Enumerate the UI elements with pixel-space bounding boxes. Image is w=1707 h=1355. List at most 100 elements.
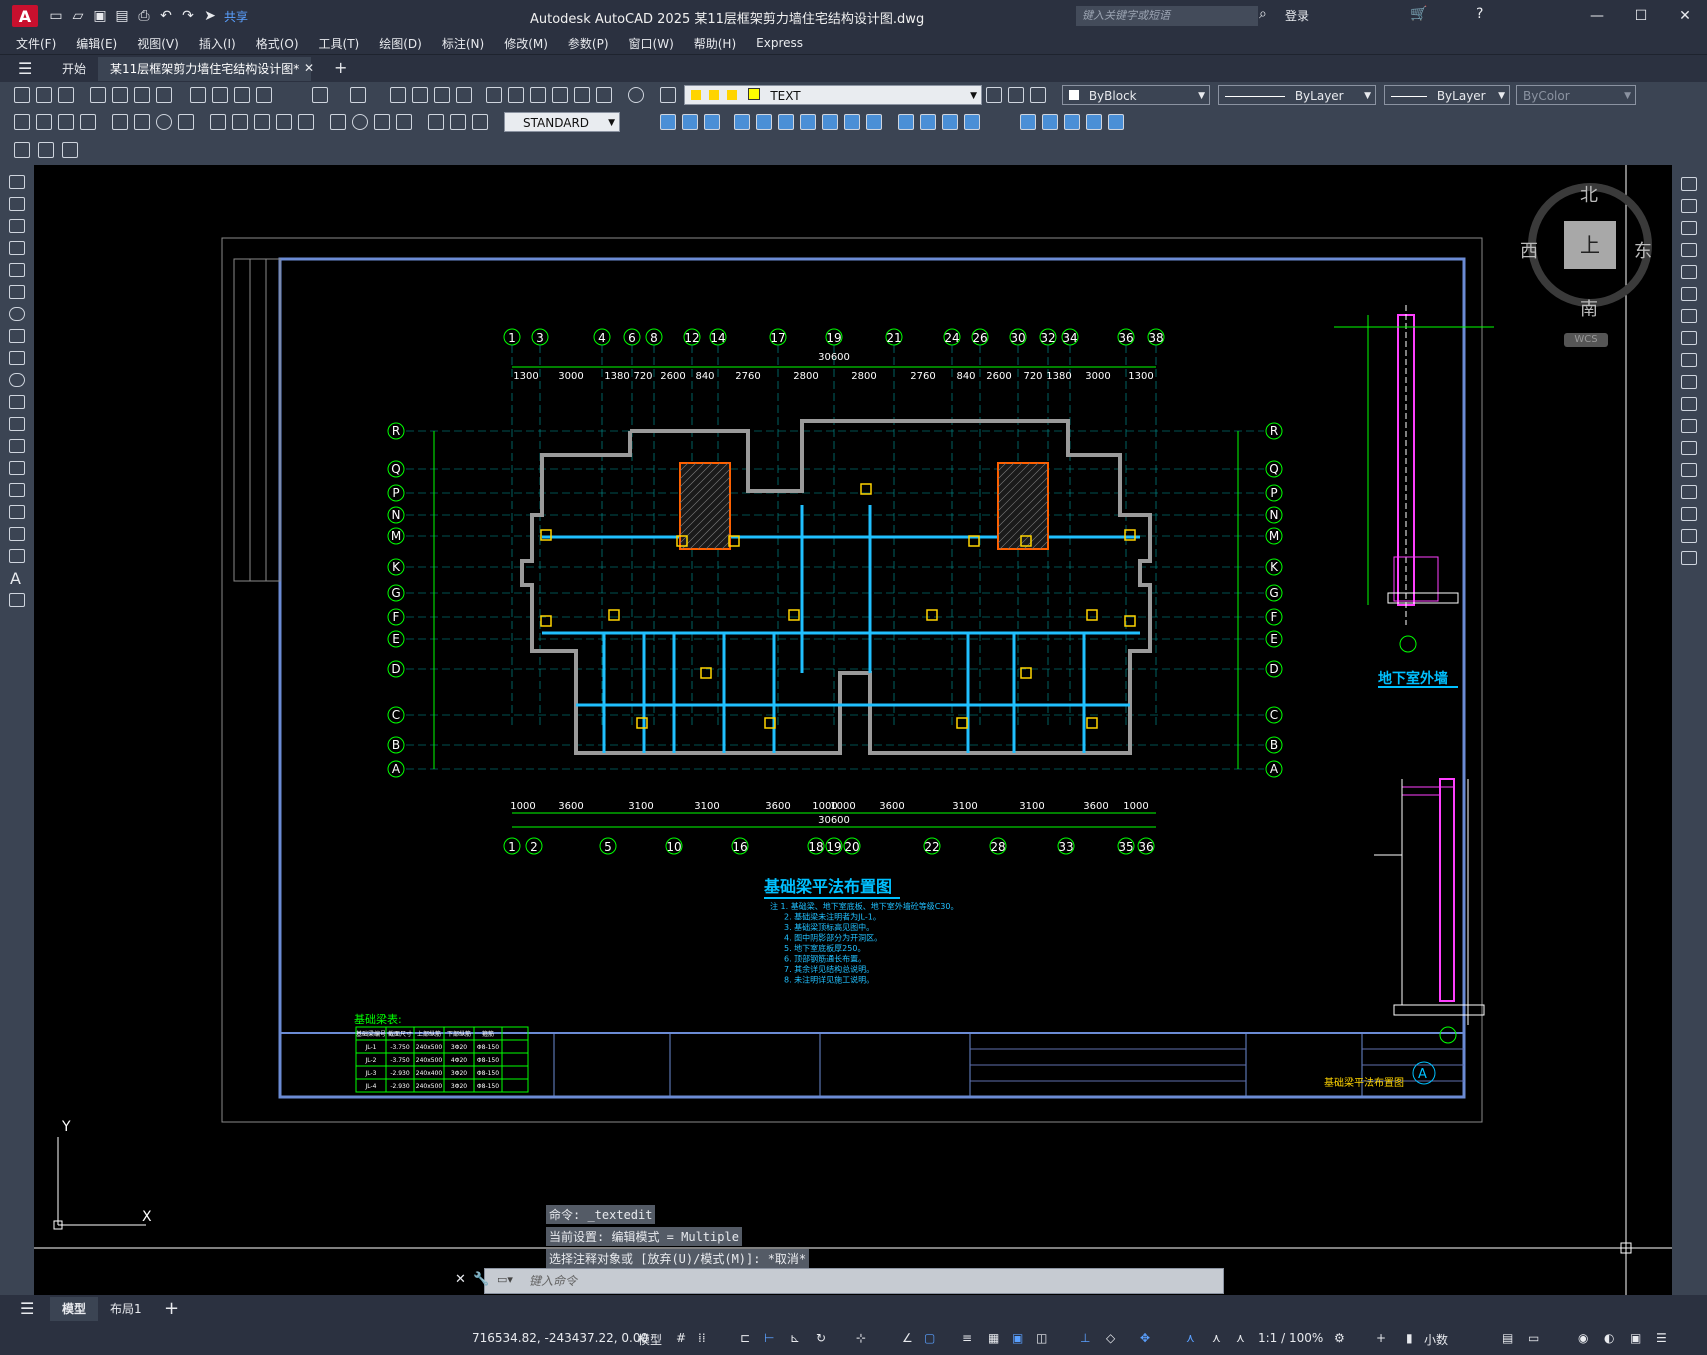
- line-icon[interactable]: [9, 175, 25, 189]
- spline-icon[interactable]: [9, 351, 25, 365]
- viewcube-top[interactable]: 上: [1564, 221, 1616, 269]
- viewcube-east[interactable]: 东: [1634, 237, 1652, 263]
- scale-icon[interactable]: [1681, 331, 1697, 345]
- make-current-icon[interactable]: [986, 87, 1002, 103]
- units-icon[interactable]: ▮: [1406, 1331, 1413, 1345]
- lineweight-dropdown[interactable]: ByLayer ▼: [1384, 85, 1510, 105]
- menu-express[interactable]: Express: [756, 36, 803, 50]
- lineweight-icon[interactable]: ≡: [962, 1331, 972, 1345]
- hamburger-icon[interactable]: ☰: [18, 59, 32, 78]
- layer-dropdown[interactable]: TEXT ▼: [684, 85, 982, 105]
- rotate-icon[interactable]: [1681, 309, 1697, 323]
- viewcube-west[interactable]: 西: [1520, 237, 1538, 263]
- modify-icon-6[interactable]: [778, 114, 794, 130]
- polyline-icon[interactable]: [9, 219, 25, 233]
- coordinates[interactable]: 716534.82, -243437.22, 0.00: [472, 1331, 648, 1345]
- erase-icon[interactable]: [1681, 177, 1697, 191]
- snap-icon[interactable]: ⁞⁞: [698, 1331, 706, 1345]
- sheetset-icon[interactable]: [552, 87, 568, 103]
- modify-icon-4[interactable]: [734, 114, 750, 130]
- modify-icon-13[interactable]: [942, 114, 958, 130]
- menu-dimension[interactable]: 标注(N): [442, 35, 484, 52]
- modify-icon-1[interactable]: [660, 114, 676, 130]
- modify-icon-14[interactable]: [964, 114, 980, 130]
- tool-palettes-icon[interactable]: [530, 87, 546, 103]
- pan-icon[interactable]: [390, 87, 406, 103]
- match-prop-icon[interactable]: [256, 87, 272, 103]
- table-icon[interactable]: [9, 549, 25, 563]
- selection-cycle-icon[interactable]: ▣: [1012, 1331, 1023, 1345]
- calculator-icon[interactable]: [596, 87, 612, 103]
- menu-parametric[interactable]: 参数(P): [568, 35, 609, 52]
- array-icon[interactable]: [1681, 265, 1697, 279]
- units-dropdown[interactable]: 小数: [1424, 1331, 1448, 1348]
- radius-icon[interactable]: [112, 114, 128, 130]
- menu-modify[interactable]: 修改(M): [504, 35, 548, 52]
- hatch-icon[interactable]: [9, 483, 25, 497]
- blend-icon[interactable]: [1681, 529, 1697, 543]
- transparency-icon[interactable]: ▦: [988, 1331, 999, 1345]
- circle-icon[interactable]: [9, 307, 25, 321]
- baseline-icon[interactable]: [232, 114, 248, 130]
- grid-icon[interactable]: #: [676, 1331, 686, 1345]
- close-button[interactable]: ✕: [1663, 0, 1707, 32]
- search-icon[interactable]: ⌕: [1259, 6, 1267, 22]
- tab-layout1[interactable]: 布局1: [100, 1297, 152, 1321]
- menu-edit[interactable]: 编辑(E): [76, 35, 117, 52]
- markup-icon[interactable]: [574, 87, 590, 103]
- zoom-previous-icon[interactable]: [456, 87, 472, 103]
- plot-icon[interactable]: ⎙: [136, 8, 152, 24]
- inspect-icon[interactable]: [374, 114, 390, 130]
- tab-home[interactable]: 开始: [50, 57, 98, 81]
- zoom-window-icon[interactable]: [434, 87, 450, 103]
- save-as-icon[interactable]: ▤: [114, 8, 130, 24]
- make-block-icon[interactable]: [9, 439, 25, 453]
- copy-icon[interactable]: [1681, 199, 1697, 213]
- add-selected-icon[interactable]: [9, 593, 25, 607]
- command-input[interactable]: 键入命令: [529, 1272, 577, 1289]
- hamburger-icon[interactable]: ☰: [20, 1299, 34, 1318]
- break-icon[interactable]: [298, 114, 314, 130]
- layer-state-icon[interactable]: [1030, 87, 1046, 103]
- dynamic-ucs-icon[interactable]: ⊥: [1080, 1331, 1090, 1345]
- break-point-icon[interactable]: [1681, 419, 1697, 433]
- modify-icon-10[interactable]: [866, 114, 882, 130]
- selection-icon[interactable]: ▢: [924, 1331, 935, 1345]
- modify-icon-3[interactable]: [704, 114, 720, 130]
- add-layout-icon[interactable]: +: [164, 1298, 179, 1319]
- angular-icon[interactable]: [178, 114, 194, 130]
- linetype-dropdown[interactable]: ByLayer ▼: [1218, 85, 1376, 105]
- dim-update-icon[interactable]: [472, 114, 488, 130]
- osnap-icon[interactable]: ⊹: [856, 1331, 866, 1345]
- menu-insert[interactable]: 插入(I): [199, 35, 236, 52]
- ortho-icon[interactable]: ⊏: [740, 1331, 750, 1345]
- menu-file[interactable]: 文件(F): [16, 35, 56, 52]
- customize-icon[interactable]: ☰: [1656, 1331, 1667, 1345]
- open-icon[interactable]: ▱: [70, 8, 86, 24]
- maximize-button[interactable]: ☐: [1619, 0, 1663, 32]
- plotstyle-dropdown[interactable]: ByColor ▼: [1516, 85, 1636, 105]
- publish-icon[interactable]: [134, 87, 150, 103]
- quick-dim-icon[interactable]: [210, 114, 226, 130]
- menu-window[interactable]: 窗口(W): [629, 35, 674, 52]
- viewcube-south[interactable]: 南: [1580, 295, 1598, 321]
- annotation-visibility-icon[interactable]: ⋏: [1186, 1331, 1195, 1345]
- redo-icon[interactable]: [350, 87, 366, 103]
- break-icon[interactable]: [1681, 441, 1697, 455]
- tab-document[interactable]: 某11层框架剪力墙住宅结构设计图*: [98, 57, 312, 81]
- menu-draw[interactable]: 绘图(D): [379, 35, 422, 52]
- point-icon[interactable]: [9, 461, 25, 475]
- close-tab-icon[interactable]: ✕: [304, 61, 314, 75]
- tolerance-icon[interactable]: [330, 114, 346, 130]
- insert-block-icon[interactable]: [38, 142, 54, 158]
- new-icon[interactable]: ▭: [48, 8, 64, 24]
- extend-icon[interactable]: [1681, 397, 1697, 411]
- linear-dim-icon[interactable]: [14, 114, 30, 130]
- arc-length-icon[interactable]: [58, 114, 74, 130]
- gradient-icon[interactable]: [9, 505, 25, 519]
- properties-icon[interactable]: [486, 87, 502, 103]
- copy-icon[interactable]: [212, 87, 228, 103]
- auto-scale-icon[interactable]: ⋏: [1212, 1331, 1221, 1345]
- ellipse-arc-icon[interactable]: [9, 395, 25, 409]
- plot-icon[interactable]: [90, 87, 106, 103]
